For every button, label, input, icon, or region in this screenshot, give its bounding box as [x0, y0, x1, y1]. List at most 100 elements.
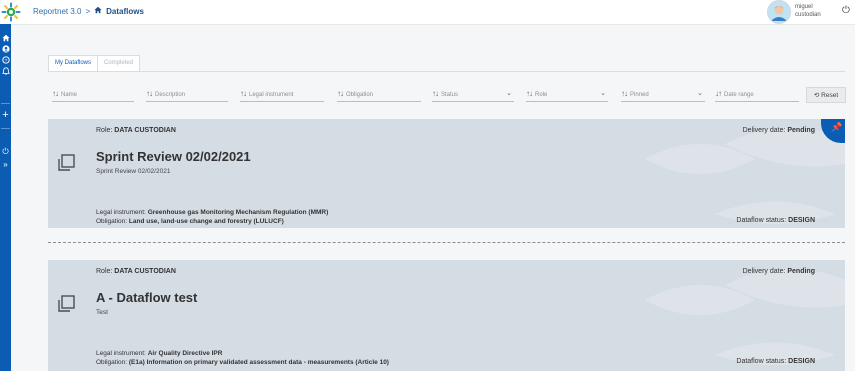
card-legal-instrument: Legal instrument: Air Quality Directive … — [96, 350, 222, 357]
breadcrumb: Reportnet 3.0 > Dataflows — [33, 6, 144, 16]
filter-bar: ↑↓ Name ↑↓ Description ↑↓ Legal instrument … — [48, 87, 845, 103]
sort-icon[interactable]: ↑↓ — [146, 89, 153, 98]
dataflow-card[interactable]: Role: DATA CUSTODIAN Delivery date: Pend… — [48, 260, 845, 371]
card-role: Role: DATA CUSTODIAN — [96, 268, 176, 275]
legal-value: Greenhouse gas Monitoring Mechanism Regu… — [147, 209, 329, 216]
role-label: Role: — [96, 127, 113, 134]
home-icon — [94, 6, 102, 16]
pinned-divider — [48, 242, 845, 243]
breadcrumb-separator: > — [85, 6, 91, 16]
chevron-down-icon[interactable]: ⌄ — [697, 87, 703, 101]
legal-label: Legal instrument: — [96, 209, 146, 216]
left-sidebar: ? + ⏻ » — [0, 24, 11, 371]
sort-icon[interactable]: ↑↓ — [432, 89, 439, 98]
reset-filters-button[interactable]: ⟲ Reset — [806, 87, 846, 103]
svg-text:?: ? — [4, 58, 7, 64]
obligation-filter-label: Obligation — [346, 92, 374, 98]
sort-date-icon[interactable]: ↓↑ — [715, 89, 722, 98]
card-title[interactable]: Sprint Review 02/02/2021 — [96, 149, 251, 164]
home-icon[interactable] — [0, 34, 11, 44]
user-profile-icon[interactable] — [0, 45, 11, 55]
notifications-icon[interactable] — [0, 67, 11, 77]
tab-my-dataflows[interactable]: My Dataflows — [48, 55, 99, 72]
pinned-filter[interactable]: ↑↓ Pinned ⌄ — [621, 87, 705, 102]
status-filter-label: Status — [441, 92, 459, 98]
card-role: Role: DATA CUSTODIAN — [96, 127, 176, 134]
card-legal-instrument: Legal instrument: Greenhouse gas Monitor… — [96, 209, 328, 216]
reportnet-logo[interactable] — [0, 0, 22, 24]
user-name-line2: custodian — [795, 12, 821, 18]
legal-instrument-filter[interactable]: ↑↓ Legal instrument — [240, 87, 324, 102]
card-obligation: Obligation: Land use, land-use change an… — [96, 218, 284, 225]
role-filter[interactable]: ↑↓ Role ⌄ — [526, 87, 608, 102]
pinned-filter-label: Pinned — [630, 92, 649, 98]
status-value: DESIGN — [788, 358, 815, 365]
thumbtack-icon: 📌 — [831, 122, 843, 132]
help-icon[interactable]: ? — [0, 56, 11, 66]
status-label: Dataflow status: — [736, 358, 787, 365]
avatar[interactable] — [767, 0, 791, 24]
sort-icon[interactable]: ↑↓ — [337, 89, 344, 98]
obligation-label: Obligation: — [96, 218, 128, 225]
chevron-down-icon[interactable]: ⌄ — [600, 87, 606, 101]
reset-icon: ⟲ — [813, 92, 820, 99]
card-obligation: Obligation: (E1a) Information on primary… — [96, 359, 389, 366]
legal-value: Air Quality Directive IPR — [147, 350, 223, 357]
card-description: Sprint Review 02/02/2021 — [96, 168, 171, 175]
user-name-line1: miguel — [795, 4, 813, 10]
power-icon[interactable]: ⏻ — [0, 147, 11, 156]
dataflow-card[interactable]: Role: DATA CUSTODIAN Delivery date: Pend… — [48, 119, 845, 228]
reset-label: Reset — [821, 92, 839, 99]
delivery-value: Pending — [787, 127, 815, 134]
card-description: Test — [96, 309, 108, 316]
tab-completed[interactable]: Completed — [98, 55, 141, 72]
chevron-down-icon[interactable]: ⌄ — [506, 87, 512, 101]
sort-icon[interactable]: ↑↓ — [52, 89, 59, 98]
obligation-filter[interactable]: ↑↓ Obligation — [337, 87, 421, 102]
dataflow-tabs: My Dataflows Completed — [48, 55, 141, 72]
sort-icon[interactable]: ↑↓ — [526, 89, 533, 98]
description-filter[interactable]: ↑↓ Description — [146, 87, 228, 102]
date-range-filter-label: Date range — [724, 92, 754, 98]
card-delivery-date: Delivery date: Pending — [743, 127, 815, 134]
breadcrumb-app[interactable]: Reportnet 3.0 — [33, 7, 81, 16]
logout-icon[interactable]: ⏻ — [842, 5, 850, 16]
delivery-label: Delivery date: — [742, 127, 786, 134]
role-value: DATA CUSTODIAN — [114, 268, 176, 275]
card-delivery-date: Delivery date: Pending — [743, 268, 815, 275]
breadcrumb-current: Dataflows — [106, 6, 144, 16]
card-status: Dataflow status: DESIGN — [736, 358, 815, 365]
name-filter[interactable]: ↑↓ Name — [52, 87, 134, 102]
sort-icon[interactable]: ↑↓ — [240, 89, 247, 98]
legal-label: Legal instrument: — [96, 350, 146, 357]
card-status: Dataflow status: DESIGN — [736, 217, 815, 224]
role-label: Role: — [96, 268, 113, 275]
date-range-filter[interactable]: ↓↑ Date range — [715, 87, 799, 102]
obligation-value: Land use, land-use change and forestry (… — [128, 218, 284, 225]
delivery-value: Pending — [787, 268, 815, 275]
delivery-label: Delivery date: — [742, 268, 786, 275]
obligation-label: Obligation: — [96, 359, 128, 366]
top-bar: Reportnet 3.0 > Dataflows miguel custodi… — [0, 0, 855, 25]
description-filter-label: Description — [155, 92, 186, 98]
status-value: DESIGN — [788, 217, 815, 224]
user-name[interactable]: miguel custodian — [795, 3, 821, 19]
tab-underline — [48, 71, 845, 72]
sort-icon[interactable]: ↑↓ — [621, 89, 628, 98]
status-label: Dataflow status: — [736, 217, 787, 224]
role-value: DATA CUSTODIAN — [114, 127, 176, 134]
clone-icon — [56, 153, 76, 178]
add-icon[interactable]: + — [0, 110, 11, 121]
obligation-value: (E1a) Information on primary validated a… — [128, 359, 389, 366]
card-watermark — [645, 268, 845, 365]
legal-instrument-filter-label: Legal instrument — [249, 92, 294, 98]
expand-sidebar-icon[interactable]: » — [0, 160, 11, 169]
sidebar-divider — [1, 103, 10, 104]
card-watermark — [645, 127, 845, 224]
role-filter-label: Role — [535, 92, 548, 98]
clone-icon — [56, 294, 76, 319]
card-title[interactable]: A - Dataflow test — [96, 290, 197, 305]
status-filter[interactable]: ↑↓ Status ⌄ — [432, 87, 514, 102]
sidebar-divider — [1, 128, 10, 129]
name-filter-label: Name — [61, 92, 78, 98]
